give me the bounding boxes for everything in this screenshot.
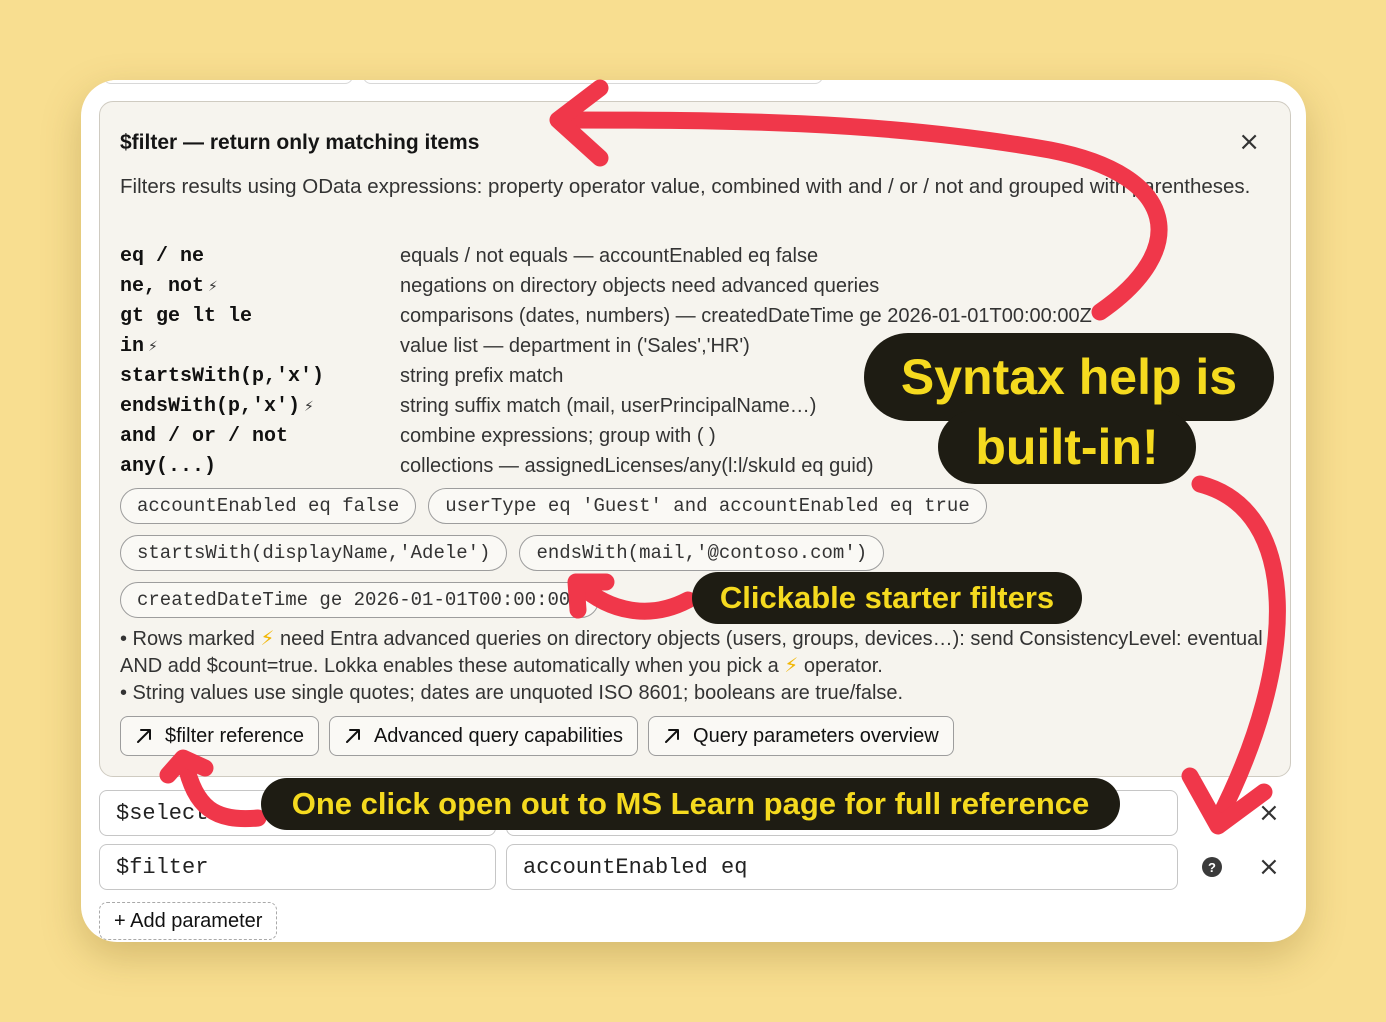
help-notes: • Rows marked ⚡ need Entra advanced quer… [120, 626, 1280, 707]
reference-link-button[interactable]: $filter reference [120, 716, 319, 756]
tab-edge [103, 80, 353, 84]
reference-link-label: $filter reference [165, 724, 304, 747]
external-link-icon [665, 729, 680, 743]
reference-link-button[interactable]: Advanced query capabilities [328, 716, 639, 756]
note-text: operator. [798, 655, 883, 677]
starter-filter-chip[interactable]: createdDateTime ge 2026-01-01T00:00:00Z [120, 582, 599, 618]
external-link-icon [345, 729, 360, 743]
param-value-field[interactable]: accountEnabled eq [506, 844, 1178, 890]
operator-row: ne, not ⚡ negations on directory objects n… [120, 271, 1270, 301]
callout-ms-learn: One click open out to MS Learn page for … [261, 778, 1120, 830]
operator-code-text: any(...) [120, 454, 217, 478]
note-text: • Rows marked [120, 628, 261, 650]
operator-code-text: startsWith(p,'x') [120, 364, 325, 388]
lightning-icon: ⚡ [148, 338, 158, 355]
reference-links: $filter reference Advanced query capabili… [120, 716, 954, 756]
param-name-field[interactable]: $filter [99, 844, 496, 890]
remove-param-icon[interactable]: × [1258, 854, 1280, 880]
note-value-syntax: • String values use single quotes; dates… [120, 682, 904, 704]
operator-description: string suffix match (mail, userPrincipal… [400, 394, 817, 417]
help-title: $filter — return only matching items [120, 131, 480, 154]
operator-description: equals / not equals — accountEnabled eq … [400, 244, 819, 267]
callout-starter-filters: Clickable starter filters [692, 572, 1082, 624]
callout-syntax-help: Syntax help is [864, 333, 1274, 421]
operator-code-text: ne, not [120, 274, 205, 298]
tab-edge [363, 80, 823, 84]
lightning-icon: ⚡ [784, 655, 799, 677]
note-text: need Entra advanced queries on directory… [120, 628, 1263, 677]
operator-code: startsWith(p,'x') [120, 365, 400, 388]
operator-description: collections — assignedLicenses/any(l:l/s… [400, 454, 874, 477]
reference-link-label: Query parameters overview [693, 724, 939, 747]
operator-code: any(...) [120, 455, 400, 478]
operator-code-text: gt ge lt le [120, 304, 253, 328]
external-link-icon [137, 729, 151, 743]
starter-filter-chip[interactable]: startsWith(displayName,'Adele') [120, 535, 508, 571]
help-description: Filters results using OData expressions:… [120, 175, 1251, 198]
operator-row: gt ge lt le comparisons (dates, numbers) … [120, 301, 1270, 331]
add-parameter-button[interactable]: + Add parameter [99, 902, 278, 940]
operator-code-text: eq / ne [120, 244, 205, 268]
operator-description: negations on directory objects need adva… [400, 274, 880, 297]
operator-code-text: in [120, 334, 145, 358]
reference-link-button[interactable]: Query parameters overview [648, 716, 954, 756]
note-advanced-queries: • Rows marked ⚡ need Entra advanced quer… [120, 626, 1280, 680]
operator-description: comparisons (dates, numbers) — createdDa… [400, 304, 1092, 327]
operator-description: value list — department in ('Sales','HR'… [400, 334, 750, 357]
lightning-icon: ⚡ [260, 628, 275, 650]
operator-description: combine expressions; group with ( ) [400, 424, 716, 447]
operator-code: eq / ne [120, 245, 400, 268]
operator-code: endsWith(p,'x') ⚡ [120, 395, 400, 418]
chip-row: accountEnabled eq false userType eq 'Gues… [120, 488, 1270, 524]
chip-row: startsWith(displayName,'Adele') endsWith(… [120, 535, 1270, 571]
close-icon[interactable]: × [1238, 129, 1260, 155]
operator-description: string prefix match [400, 364, 564, 387]
starter-filter-chip[interactable]: endsWith(mail,'@contoso.com') [519, 535, 885, 571]
operator-row: eq / ne equals / not equals — accountEnab… [120, 241, 1270, 271]
operator-code-text: and / or / not [120, 424, 289, 448]
operator-code: in ⚡ [120, 335, 400, 358]
operator-code: gt ge lt le [120, 305, 400, 328]
lightning-icon: ⚡ [304, 398, 314, 415]
help-icon[interactable]: ? [1202, 857, 1222, 877]
callout-syntax-help: built-in! [938, 410, 1196, 484]
lightning-icon: ⚡ [208, 278, 218, 295]
starter-filter-chip[interactable]: accountEnabled eq false [120, 488, 417, 524]
reference-link-label: Advanced query capabilities [373, 724, 624, 747]
remove-param-icon[interactable]: × [1258, 800, 1280, 826]
starter-filter-chip[interactable]: userType eq 'Guest' and accountEnabled e… [428, 488, 987, 524]
operator-code-text: endsWith(p,'x') [120, 394, 301, 418]
operator-code: ne, not ⚡ [120, 275, 400, 298]
operator-code: and / or / not [120, 425, 400, 448]
